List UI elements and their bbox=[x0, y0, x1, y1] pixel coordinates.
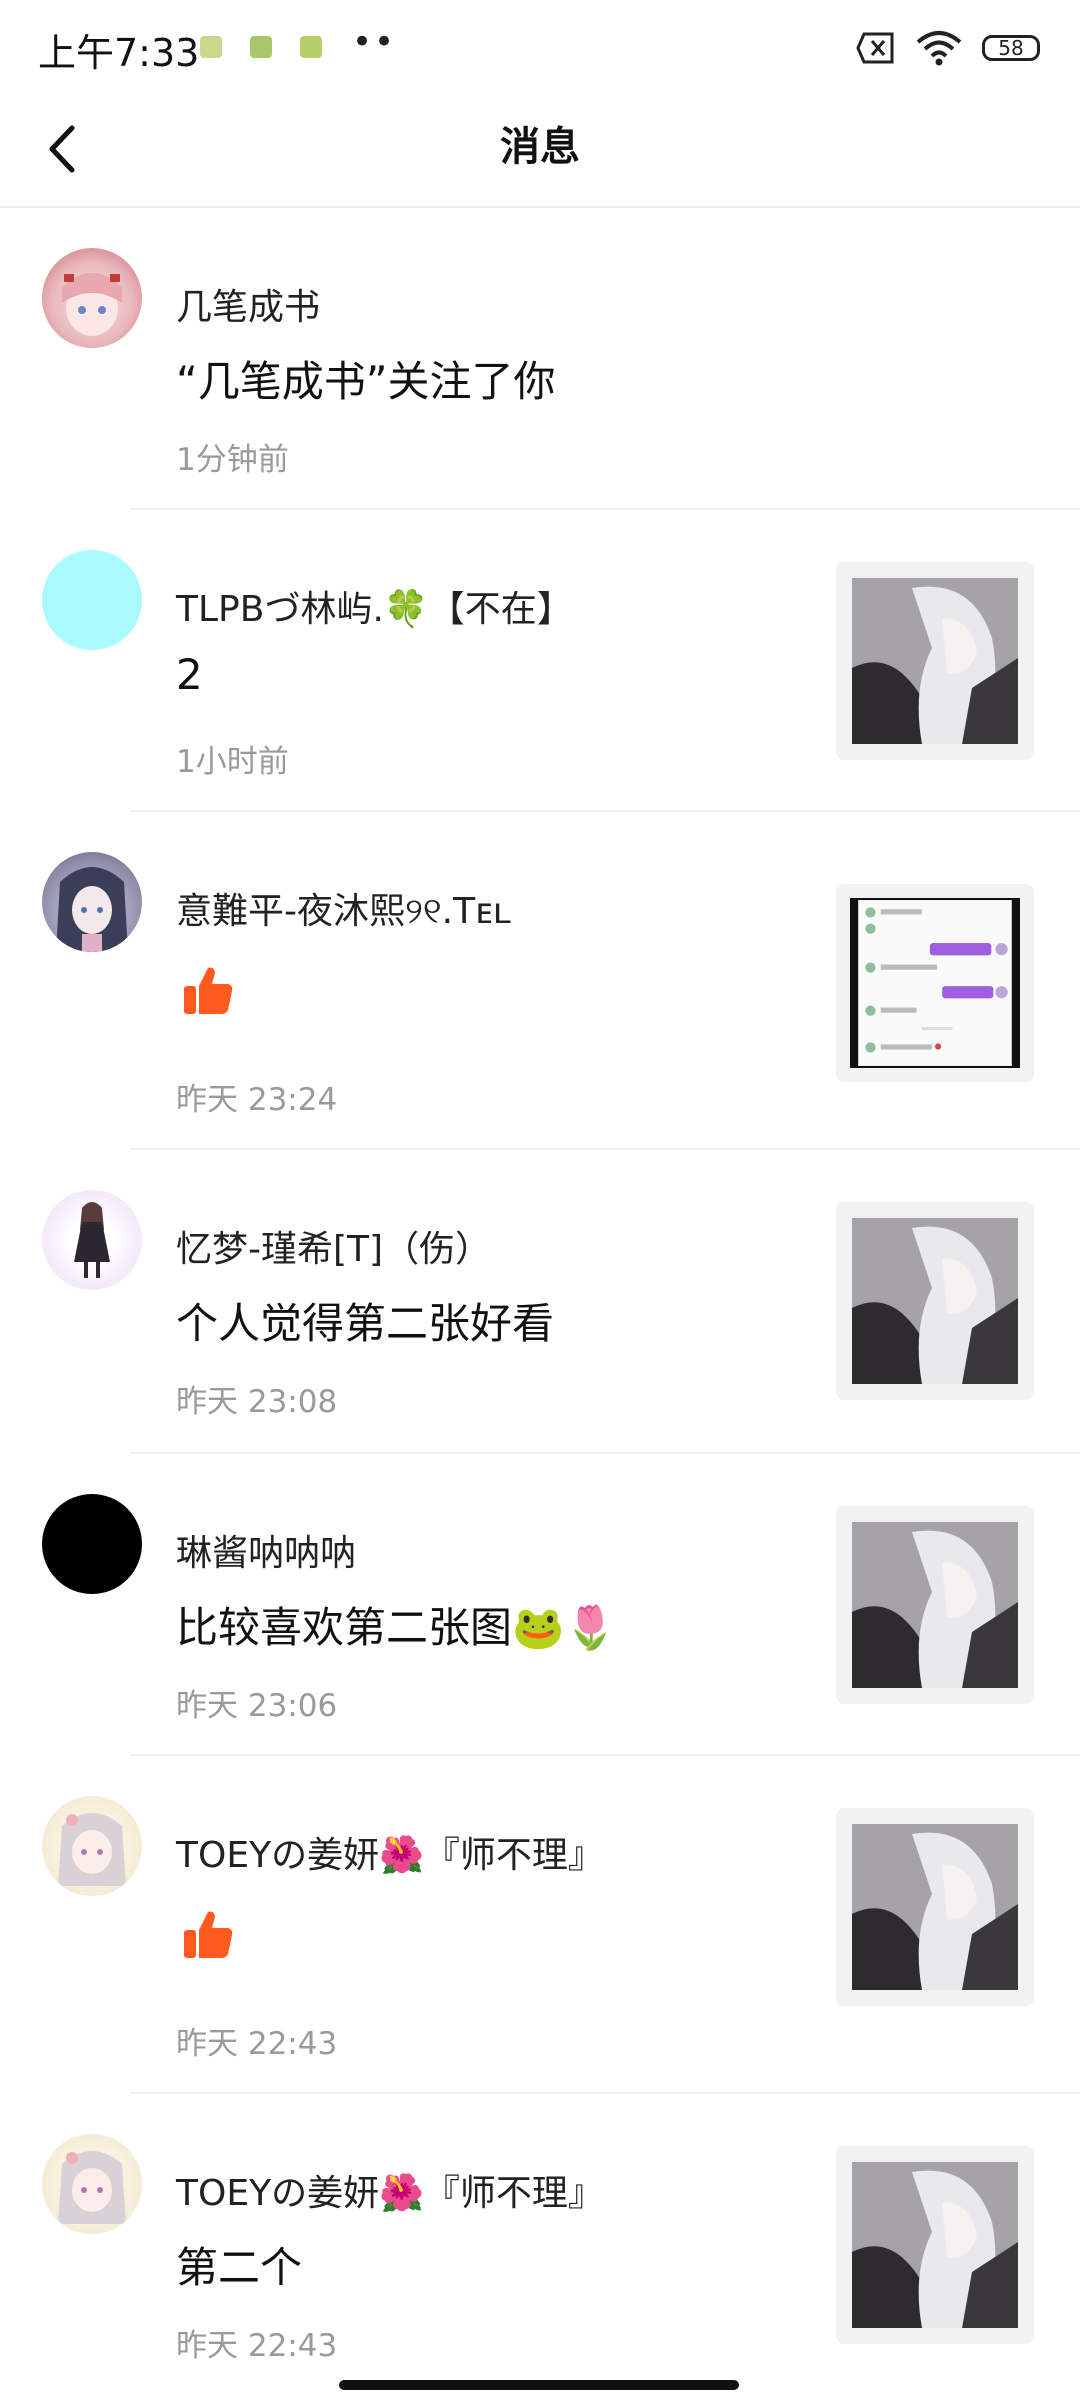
message-content: 比较喜欢第二张图🐸🌷 bbox=[176, 1603, 617, 1652]
message-list: 几笔成书 “几笔成书”关注了你 1分钟前 TLPBづ林屿.🍀【不在】 2 1小时… bbox=[0, 208, 1080, 2394]
message-time: 昨天 23:06 bbox=[176, 1688, 338, 1724]
list-item[interactable]: 琳酱呐呐呐 比较喜欢第二张图🐸🌷 昨天 23:06 bbox=[0, 1454, 1080, 1756]
sender-name: TOEYの姜妍🌺『师不理』 bbox=[176, 1835, 604, 1876]
sender-name: 意難平-夜沐熙୨୧.Tᴇʟ bbox=[176, 891, 512, 932]
avatar[interactable] bbox=[42, 550, 142, 650]
sender-name: 琳酱呐呐呐 bbox=[176, 1533, 357, 1574]
status-bar: 上午7:33 •• 58 bbox=[0, 0, 1080, 96]
list-item[interactable]: TOEYの姜妍🌺『师不理』 第二个 昨天 22:43 bbox=[0, 2094, 1080, 2394]
status-time: 上午7:33 bbox=[38, 31, 200, 75]
sender-name: 忆梦-瑾希[T]（伤） bbox=[176, 1229, 492, 1270]
sender-name: TLPBづ林屿.🍀【不在】 bbox=[176, 589, 573, 630]
message-time: 昨天 23:08 bbox=[176, 1384, 338, 1420]
list-item[interactable]: 忆梦-瑾希[T]（伤） 个人觉得第二张好看 昨天 23:08 bbox=[0, 1150, 1080, 1454]
more-notifications-icon: •• bbox=[352, 22, 397, 62]
message-time: 昨天 22:43 bbox=[176, 2026, 338, 2062]
message-content: 个人觉得第二张好看 bbox=[176, 1299, 555, 1348]
app-notification-icon bbox=[250, 36, 272, 58]
list-item[interactable]: TLPBづ林屿.🍀【不在】 2 1小时前 bbox=[0, 510, 1080, 812]
avatar[interactable] bbox=[42, 1190, 142, 1290]
app-notification-icon bbox=[300, 36, 322, 58]
avatar[interactable] bbox=[42, 1494, 142, 1594]
message-content: “几笔成书”关注了你 bbox=[176, 357, 556, 406]
wifi-icon bbox=[916, 31, 962, 66]
battery-icon: 58 bbox=[982, 35, 1040, 61]
post-thumbnail[interactable] bbox=[836, 562, 1034, 760]
sim-off-icon bbox=[856, 32, 894, 64]
message-time: 昨天 22:43 bbox=[176, 2328, 338, 2364]
thumbs-up-icon bbox=[184, 967, 233, 1014]
message-content: 第二个 bbox=[176, 2243, 303, 2292]
avatar[interactable] bbox=[42, 2134, 142, 2234]
home-indicator[interactable] bbox=[339, 2380, 739, 2390]
list-item[interactable]: 意難平-夜沐熙୨୧.Tᴇʟ 昨天 23:24 bbox=[0, 812, 1080, 1150]
avatar[interactable] bbox=[42, 852, 142, 952]
message-content: 2 bbox=[176, 650, 203, 699]
avatar[interactable] bbox=[42, 1796, 142, 1896]
message-time: 1分钟前 bbox=[176, 442, 289, 478]
list-item[interactable]: 几笔成书 “几笔成书”关注了你 1分钟前 bbox=[0, 208, 1080, 510]
post-thumbnail[interactable] bbox=[836, 884, 1034, 1082]
post-thumbnail[interactable] bbox=[836, 2146, 1034, 2344]
thumbs-up-icon bbox=[184, 1911, 233, 1958]
post-thumbnail[interactable] bbox=[836, 1506, 1034, 1704]
post-thumbnail[interactable] bbox=[836, 1202, 1034, 1400]
app-header: 消息 bbox=[0, 96, 1080, 208]
sender-name: TOEYの姜妍🌺『师不理』 bbox=[176, 2173, 604, 2214]
message-time: 1小时前 bbox=[176, 744, 289, 780]
sender-name: 几笔成书 bbox=[176, 287, 321, 328]
list-item[interactable]: TOEYの姜妍🌺『师不理』 昨天 22:43 bbox=[0, 1756, 1080, 2094]
post-thumbnail[interactable] bbox=[836, 1808, 1034, 2006]
app-notification-icon bbox=[200, 36, 222, 58]
page-title: 消息 bbox=[500, 124, 580, 170]
message-time: 昨天 23:24 bbox=[176, 1082, 338, 1118]
avatar[interactable] bbox=[42, 248, 142, 348]
